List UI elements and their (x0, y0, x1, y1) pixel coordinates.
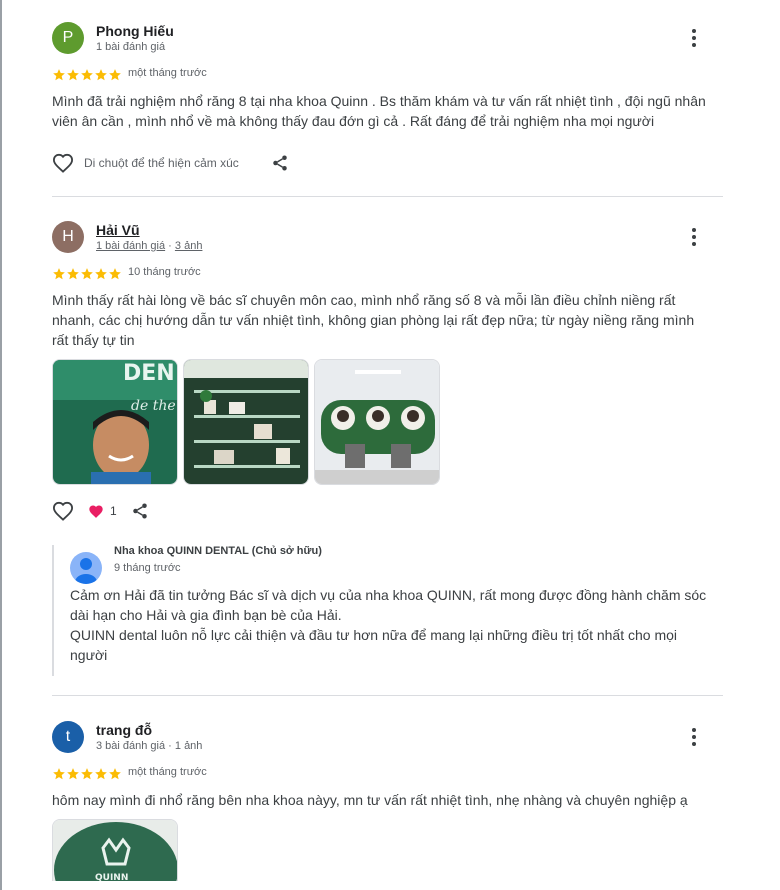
reviewer-meta: 1 bài đánh giá · 3 ảnh (96, 240, 202, 252)
owner-avatar (70, 552, 102, 584)
star-icon (67, 768, 79, 780)
owner-reply-date: 9 tháng trước (114, 562, 181, 574)
review-date: một tháng trước (128, 67, 207, 79)
star-icon (67, 268, 79, 280)
more-options-icon[interactable] (688, 26, 700, 50)
review-photo[interactable]: DEN de the a (52, 359, 178, 485)
review-text: Mình đã trải nghiệm nhổ răng 8 tại nha k… (52, 93, 706, 129)
heart-icon[interactable] (52, 501, 74, 521)
review-photo[interactable] (314, 359, 440, 485)
avatar[interactable]: P (52, 22, 84, 54)
star-icon (81, 268, 93, 280)
owner-reply: Nha khoa QUINN DENTAL (Chủ sở hữu) 9 thá… (52, 545, 724, 676)
avatar-initial: H (62, 228, 74, 245)
photo-count-link[interactable]: 3 ảnh (175, 240, 203, 252)
star-icon (109, 768, 121, 780)
like-count: 1 (110, 504, 117, 518)
reaction-hint: Di chuột để thể hiện cảm xúc (84, 156, 239, 170)
divider (52, 695, 723, 696)
review-photo[interactable]: QUINN (52, 819, 178, 881)
star-icon (109, 69, 121, 81)
owner-reply-line: QUINN dental luôn nỗ lực cải thiện và đầ… (70, 627, 678, 663)
avatar-initial: t (65, 728, 71, 745)
star-icon (53, 768, 65, 780)
svg-text:DEN: DEN (123, 361, 175, 386)
owner-reply-line: Cảm ơn Hải đã tin tưởng Bác sĩ và dịch v… (70, 587, 707, 623)
star-rating (52, 68, 122, 82)
star-icon (67, 69, 79, 81)
star-icon (53, 69, 65, 81)
more-options-icon[interactable] (688, 225, 700, 249)
review-count-link[interactable]: 1 bài đánh giá (96, 240, 165, 252)
reviewer-meta: 1 bài đánh giá (96, 41, 166, 53)
reviewer-name[interactable]: Hải Vũ (96, 222, 140, 238)
avatar[interactable]: H (52, 221, 84, 253)
review-actions: 1 (52, 501, 149, 521)
review-text: hôm nay mình đi nhổ răng bên nha khoa nà… (52, 792, 688, 808)
review-card: H Hải Vũ 1 bài đánh giá · 3 ảnh 10 tháng… (52, 221, 724, 531)
avatar-initial: P (62, 29, 74, 46)
divider (52, 196, 723, 197)
review-date: 10 tháng trước (128, 266, 201, 278)
star-icon (95, 268, 107, 280)
star-rating (52, 267, 122, 281)
share-icon[interactable] (131, 502, 149, 520)
star-icon (109, 268, 121, 280)
review-card: P Phong Hiếu 1 bài đánh giá một tháng tr… (52, 22, 724, 182)
owner-reply-text: Cảm ơn Hải đã tin tưởng Bác sĩ và dịch v… (70, 585, 710, 665)
svg-text:QUINN: QUINN (95, 873, 128, 881)
share-icon[interactable] (271, 154, 289, 172)
svg-text:de the a: de the a (131, 398, 178, 414)
review-text: Mình thấy rất hài lòng về bác sĩ chuyên … (52, 292, 695, 348)
review-actions: Di chuột để thể hiện cảm xúc (52, 153, 289, 173)
reviewer-meta: 3 bài đánh giá · 1 ảnh (96, 740, 203, 752)
star-icon (95, 69, 107, 81)
star-icon (81, 69, 93, 81)
meta-separator: · (165, 240, 175, 252)
review-date: một tháng trước (128, 766, 207, 778)
star-icon (95, 768, 107, 780)
reviewer-name[interactable]: trang đỗ (96, 722, 152, 738)
heart-filled-icon (88, 504, 104, 519)
star-icon (81, 768, 93, 780)
heart-icon[interactable] (52, 153, 74, 173)
review-photo[interactable] (183, 359, 309, 485)
more-options-icon[interactable] (688, 725, 700, 749)
left-border (0, 0, 2, 890)
star-rating (52, 767, 122, 781)
reviewer-name[interactable]: Phong Hiếu (96, 23, 174, 39)
owner-name: Nha khoa QUINN DENTAL (Chủ sở hữu) (114, 545, 322, 557)
star-icon (53, 268, 65, 280)
review-card: t trang đỗ 3 bài đánh giá · 1 ảnh một th… (52, 721, 724, 890)
avatar[interactable]: t (52, 721, 84, 753)
reviewer-name-link[interactable]: Hải Vũ (96, 222, 140, 238)
